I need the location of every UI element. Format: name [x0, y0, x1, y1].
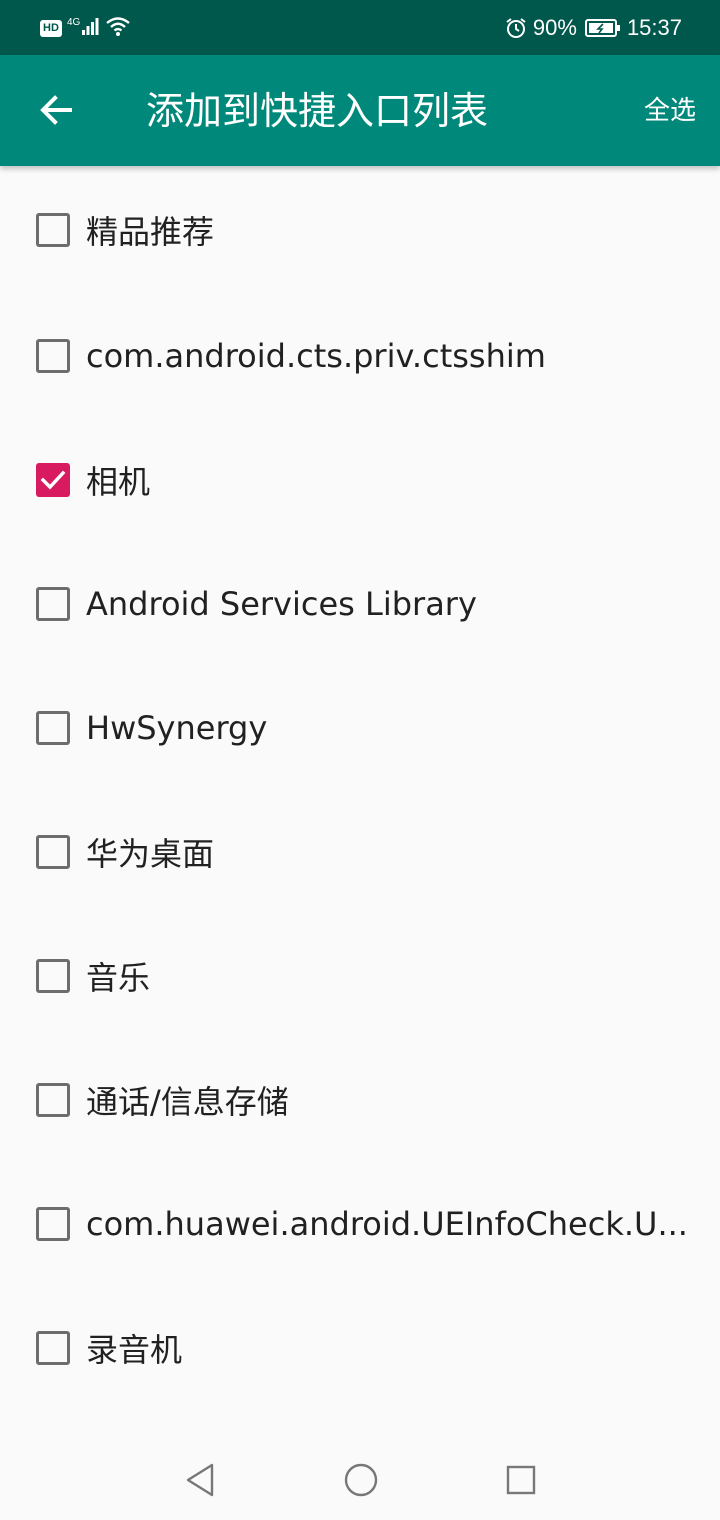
navigation-bar [0, 1440, 720, 1520]
wifi-icon [105, 15, 131, 41]
checkbox[interactable] [36, 587, 70, 621]
list-item[interactable]: 通话/信息存储 [0, 1038, 720, 1162]
checkbox[interactable] [36, 959, 70, 993]
checkbox[interactable] [36, 339, 70, 373]
list-item[interactable]: 录音机 [0, 1286, 720, 1410]
list-item-label: com.android.cts.priv.ctsshim [86, 337, 546, 375]
list-item[interactable]: Android Services Library [0, 542, 720, 666]
list-item-label: 音乐 [86, 959, 151, 997]
back-triangle-icon [186, 1463, 214, 1497]
status-bar: HD 4G 90% 15:37 [0, 0, 720, 55]
checkbox[interactable] [36, 711, 70, 745]
checkbox[interactable] [36, 213, 70, 247]
clock: 15:37 [626, 15, 682, 40]
list-item[interactable]: com.android.cts.priv.ctsshim [0, 294, 720, 418]
checkbox[interactable] [36, 1207, 70, 1241]
list-item-label: Android Services Library [86, 585, 477, 623]
list-item-label: 相机 [86, 463, 151, 501]
recents-square-icon [506, 1465, 536, 1495]
checkbox[interactable] [36, 835, 70, 869]
home-circle-icon [344, 1463, 378, 1497]
list-item-label: com.huawei.android.UEInfoCheck.U... [86, 1205, 688, 1243]
list-item[interactable]: 相机 [0, 418, 720, 542]
status-left: HD 4G [40, 12, 131, 44]
back-button[interactable] [24, 78, 88, 142]
checkbox[interactable] [36, 1083, 70, 1117]
list-item-label: 通话/信息存储 [86, 1083, 289, 1121]
nav-back-button[interactable] [170, 1452, 230, 1508]
app-bar: 添加到快捷入口列表 全选 [0, 55, 720, 166]
app-list: 精品推荐 com.android.cts.priv.ctsshim 相机 Androi… [0, 166, 720, 1410]
checkbox[interactable] [36, 1331, 70, 1365]
nav-home-button[interactable] [331, 1452, 391, 1508]
list-item-label: 录音机 [86, 1331, 183, 1369]
list-item[interactable]: 精品推荐 [0, 166, 720, 294]
battery-icon [584, 18, 621, 38]
alarm-icon [505, 17, 527, 39]
battery-percent: 90% [532, 15, 577, 40]
checkbox-checked[interactable] [36, 463, 70, 497]
list-item[interactable]: com.huawei.android.UEInfoCheck.U... [0, 1162, 720, 1286]
nav-recents-button[interactable] [491, 1452, 551, 1508]
list-item-label: 精品推荐 [86, 213, 215, 251]
check-icon [40, 470, 66, 490]
select-all-button[interactable]: 全选 [644, 85, 696, 137]
signal-icon [81, 16, 99, 40]
page-title: 添加到快捷入口列表 [146, 89, 489, 133]
arrow-left-icon [40, 95, 72, 125]
status-right: 90% 15:37 [505, 10, 682, 46]
network-type: 4G [67, 16, 81, 28]
screen: HD 4G 90% 15:37 添加到快捷入口列表 全选 精品推荐 com.an… [0, 0, 720, 1520]
list-item[interactable]: 华为桌面 [0, 790, 720, 914]
list-item-label: HwSynergy [86, 709, 268, 747]
hd-badge: HD [40, 19, 62, 37]
list-item-label: 华为桌面 [86, 835, 215, 873]
list-item[interactable]: HwSynergy [0, 666, 720, 790]
list-item[interactable]: 音乐 [0, 914, 720, 1038]
